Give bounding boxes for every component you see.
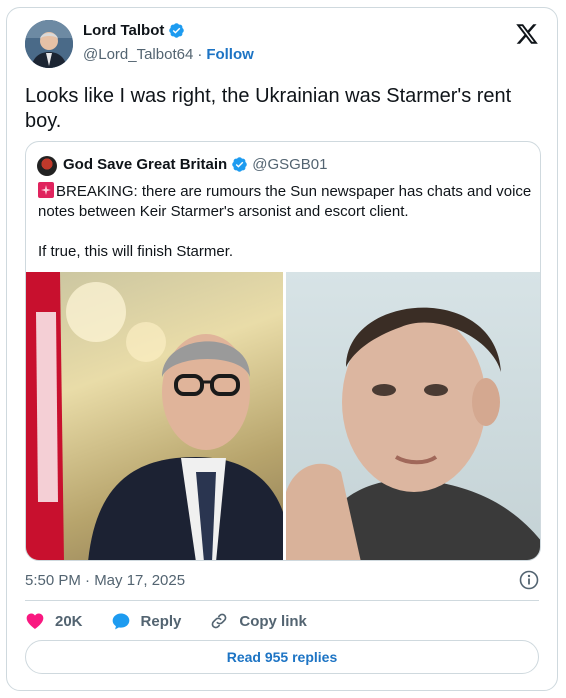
tweet-timestamp[interactable]: 5:50 PM · May 17, 2025 bbox=[25, 572, 185, 589]
tweet-card: Lord Talbot @Lord_Talbot64 · Follow Look… bbox=[6, 7, 558, 691]
copy-link-button[interactable]: Copy link bbox=[209, 611, 307, 631]
heart-icon bbox=[26, 613, 44, 629]
reply-label: Reply bbox=[140, 612, 182, 630]
quoted-text-line2: If true, this will finish Starmer. bbox=[38, 243, 234, 260]
like-count: 20K bbox=[55, 612, 83, 630]
reply-bubble-icon bbox=[112, 613, 129, 630]
media-photo-right[interactable] bbox=[285, 272, 540, 560]
read-replies-button[interactable]: Read 955 replies bbox=[25, 640, 539, 674]
copy-link-label: Copy link bbox=[239, 612, 307, 630]
x-logo-icon[interactable] bbox=[515, 22, 539, 46]
media-photo-left[interactable] bbox=[26, 272, 283, 560]
verified-badge-icon bbox=[169, 23, 185, 38]
quoted-tweet[interactable]: God Save Great Britain @GSGB01 BREAKING:… bbox=[25, 141, 541, 561]
link-icon bbox=[212, 613, 227, 629]
quoted-verified-badge-icon bbox=[232, 157, 247, 172]
like-button[interactable]: 20K bbox=[25, 611, 83, 631]
follow-button[interactable]: Follow bbox=[206, 46, 254, 63]
separator-dot: · bbox=[197, 46, 203, 63]
action-bar: 20K Reply Copy link bbox=[25, 610, 335, 632]
quoted-author-name[interactable]: God Save Great Britain bbox=[63, 156, 227, 173]
author-avatar[interactable] bbox=[25, 20, 73, 68]
author-handle[interactable]: @Lord_Talbot64 bbox=[83, 46, 193, 63]
quoted-media[interactable] bbox=[26, 272, 540, 560]
tweet-text: Looks like I was right, the Ukrainian wa… bbox=[25, 85, 512, 132]
divider bbox=[25, 600, 539, 601]
quoted-text-line1: BREAKING: there are rumours the Sun news… bbox=[38, 183, 532, 220]
reply-button[interactable]: Reply bbox=[111, 611, 182, 631]
quoted-text: BREAKING: there are rumours the Sun news… bbox=[38, 182, 532, 282]
info-icon[interactable] bbox=[519, 570, 539, 590]
quoted-avatar[interactable] bbox=[37, 156, 57, 176]
quoted-author-handle[interactable]: @GSGB01 bbox=[252, 156, 327, 173]
siren-icon bbox=[38, 182, 54, 198]
author-name[interactable]: Lord Talbot bbox=[83, 22, 164, 39]
